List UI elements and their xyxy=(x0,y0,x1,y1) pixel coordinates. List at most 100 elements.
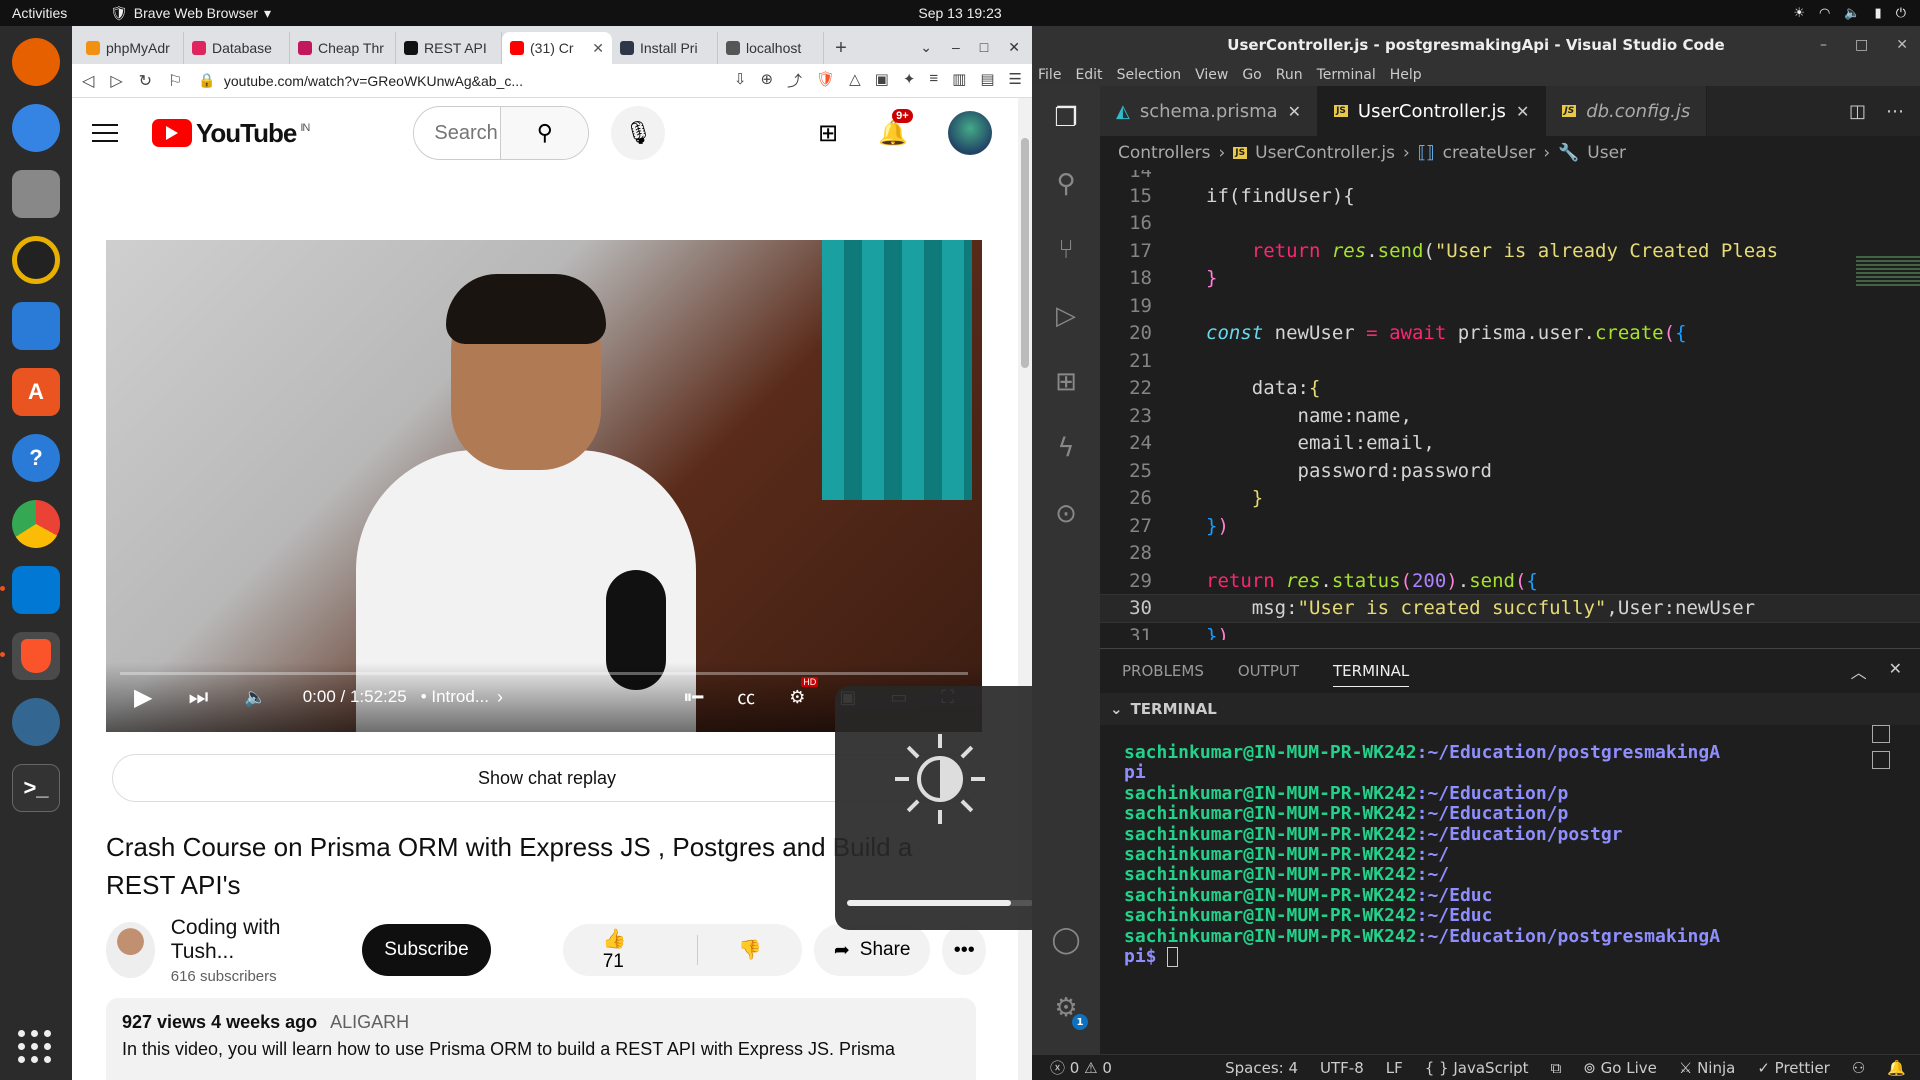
software-icon[interactable]: A xyxy=(12,368,60,416)
terminal-output[interactable]: sachinkumar@IN-MUM-PR-WK242:~/Education/… xyxy=(1100,725,1920,985)
menu-item[interactable]: Terminal xyxy=(1317,67,1376,83)
captions-icon[interactable]: ㏄ xyxy=(737,684,755,710)
preview-icon[interactable]: ⧉ xyxy=(1551,1059,1562,1077)
brave-rewards-icon[interactable]: △ xyxy=(849,70,861,91)
tab-problems[interactable]: PROBLEMS xyxy=(1122,662,1204,680)
new-tab-button[interactable]: + xyxy=(824,32,858,64)
share-icon[interactable]: ⤴ xyxy=(787,70,802,91)
clock[interactable]: Sep 13 19:23 xyxy=(918,5,1001,21)
close-tab-icon[interactable]: ✕ xyxy=(1288,102,1301,121)
subscribe-button[interactable]: Subscribe xyxy=(362,924,491,976)
minimap[interactable] xyxy=(1856,254,1920,314)
tab-output[interactable]: OUTPUT xyxy=(1238,662,1299,680)
terminal-instance-icon[interactable] xyxy=(1872,725,1890,743)
forward-icon[interactable]: ▷ xyxy=(110,71,122,91)
dislike-button[interactable]: 👎 xyxy=(698,938,802,962)
hamburger-menu-icon[interactable] xyxy=(92,124,118,142)
extensions-icon[interactable]: ⊞ xyxy=(1050,366,1082,398)
install-icon[interactable]: ⇩ xyxy=(734,70,747,91)
autoplay-toggle[interactable]: ⏸━ xyxy=(683,687,703,708)
notifications-bell-icon[interactable]: 🔔 9+ xyxy=(878,108,913,148)
play-icon[interactable]: ▶ xyxy=(134,683,152,712)
source-control-icon[interactable]: ⑂ xyxy=(1050,234,1082,266)
voice-search-icon[interactable]: 🎙 xyxy=(611,106,666,160)
close-tab-icon[interactable]: ✕ xyxy=(1516,102,1529,121)
chrome-icon[interactable] xyxy=(12,500,60,548)
system-tray[interactable]: ☀ ◠ 🔈 ▮ ⏻ xyxy=(1793,5,1906,21)
writer-icon[interactable] xyxy=(12,302,60,350)
chevron-right-icon[interactable]: › xyxy=(497,687,503,708)
more-actions-icon[interactable]: ••• xyxy=(942,925,986,975)
settings-gear-icon[interactable]: ⚙ 1 xyxy=(1050,992,1088,1030)
url-field[interactable]: 🔒 youtube.com/watch?v=GReoWKUnwAg&ab_c..… xyxy=(198,72,718,89)
reload-icon[interactable]: ↻ xyxy=(139,71,152,91)
rhythmbox-icon[interactable] xyxy=(12,236,60,284)
menu-item[interactable]: Run xyxy=(1276,67,1303,83)
sidebar-icon[interactable]: ▥ xyxy=(952,70,966,91)
channel-avatar[interactable] xyxy=(106,922,155,978)
account-icon[interactable]: ◯ xyxy=(1050,924,1082,956)
breadcrumb-item[interactable]: User xyxy=(1587,143,1626,163)
menu-item[interactable]: Edit xyxy=(1075,67,1102,83)
encoding-status[interactable]: UTF-8 xyxy=(1320,1059,1364,1077)
like-button[interactable]: 👍 71 xyxy=(563,927,698,973)
language-mode[interactable]: { } JavaScript xyxy=(1425,1059,1529,1077)
maximize-icon[interactable]: □ xyxy=(980,39,988,56)
files-icon[interactable] xyxy=(12,170,60,218)
problems-status[interactable]: ⓧ 0 ⚠ 0 xyxy=(1050,1057,1112,1078)
close-icon[interactable]: ✕ xyxy=(1896,37,1908,53)
location-tag[interactable]: ALIGARH xyxy=(330,1012,409,1032)
activities-button[interactable]: Activities xyxy=(12,5,67,21)
chapter-title[interactable]: • Introd... xyxy=(421,687,489,707)
close-panel-icon[interactable]: ✕ xyxy=(1889,659,1902,683)
git-graph-icon[interactable]: ⊙ xyxy=(1050,498,1082,530)
description-box[interactable]: 927 views 4 weeks ago ALIGARH In this vi… xyxy=(106,998,976,1080)
tab-schema-prisma[interactable]: ◭ schema.prisma ✕ xyxy=(1100,86,1319,136)
eol-status[interactable]: LF xyxy=(1386,1059,1403,1077)
terminal-section-header[interactable]: ⌄ TERMINAL xyxy=(1100,693,1920,725)
browser-tab[interactable]: REST API xyxy=(396,32,502,64)
minimize-icon[interactable]: – xyxy=(952,39,960,56)
create-video-icon[interactable]: ⊞ xyxy=(818,119,838,148)
prettier-status[interactable]: ✓ Prettier xyxy=(1757,1059,1830,1077)
playlist-icon[interactable]: ≡ xyxy=(929,70,938,91)
explorer-icon[interactable]: ❐ xyxy=(1050,102,1082,134)
tab-search-icon[interactable]: ⌄ xyxy=(920,39,932,56)
indentation-status[interactable]: Spaces: 4 xyxy=(1225,1059,1298,1077)
volume-icon[interactable]: 🔈 xyxy=(244,687,266,708)
bookmark-icon[interactable]: ⚐ xyxy=(168,71,182,91)
back-icon[interactable]: ◁ xyxy=(82,71,94,91)
run-debug-icon[interactable]: ▷ xyxy=(1050,300,1082,332)
breadcrumb-item[interactable]: createUser xyxy=(1443,143,1536,163)
show-apps-icon[interactable] xyxy=(18,1030,52,1064)
pgadmin-icon[interactable] xyxy=(12,698,60,746)
vscode-icon[interactable] xyxy=(0,566,60,614)
menu-item[interactable]: View xyxy=(1195,67,1228,83)
page-scrollbar[interactable] xyxy=(1018,98,1032,1080)
breadcrumb-item[interactable]: Controllers xyxy=(1118,143,1210,163)
brave-dock-icon[interactable] xyxy=(0,632,60,680)
browser-tab[interactable]: localhost xyxy=(718,32,824,64)
code-editor[interactable]: 14 15 if(findUser){ 16 17 return res.send… xyxy=(1100,170,1920,640)
breadcrumb-item[interactable]: UserController.js xyxy=(1255,143,1395,163)
video-player[interactable]: ▶ ⏭ 🔈 0:00 / 1:52:25 • Introd... › ⏸━ ㏄ … xyxy=(106,240,982,732)
progress-bar[interactable] xyxy=(120,672,968,675)
thunder-client-icon[interactable]: ϟ xyxy=(1050,432,1082,464)
menu-item[interactable]: Help xyxy=(1390,67,1422,83)
terminal-instance-icon[interactable] xyxy=(1872,751,1890,769)
notifications-bell-icon[interactable]: 🔔 xyxy=(1887,1059,1906,1077)
share-button[interactable]: ➦ Share xyxy=(813,924,931,976)
ninja-status[interactable]: ⚔ Ninja xyxy=(1679,1059,1735,1077)
minimize-icon[interactable]: – xyxy=(1820,37,1827,53)
terminal-icon[interactable]: >_ xyxy=(12,764,60,812)
menu-item[interactable]: File xyxy=(1038,67,1061,83)
split-editor-icon[interactable]: ◫ xyxy=(1849,101,1866,122)
go-live-button[interactable]: ⊚ Go Live xyxy=(1583,1059,1657,1077)
next-icon[interactable]: ⏭ xyxy=(188,684,208,710)
settings-icon[interactable]: ⚙ HD xyxy=(789,676,819,708)
maximize-panel-icon[interactable]: ︿ xyxy=(1851,659,1867,683)
maximize-icon[interactable]: □ xyxy=(1855,37,1868,53)
search-icon[interactable]: ⚲ xyxy=(1050,168,1082,200)
extension-icon[interactable]: ▣ xyxy=(875,70,889,91)
tab-terminal[interactable]: TERMINAL xyxy=(1333,656,1410,687)
